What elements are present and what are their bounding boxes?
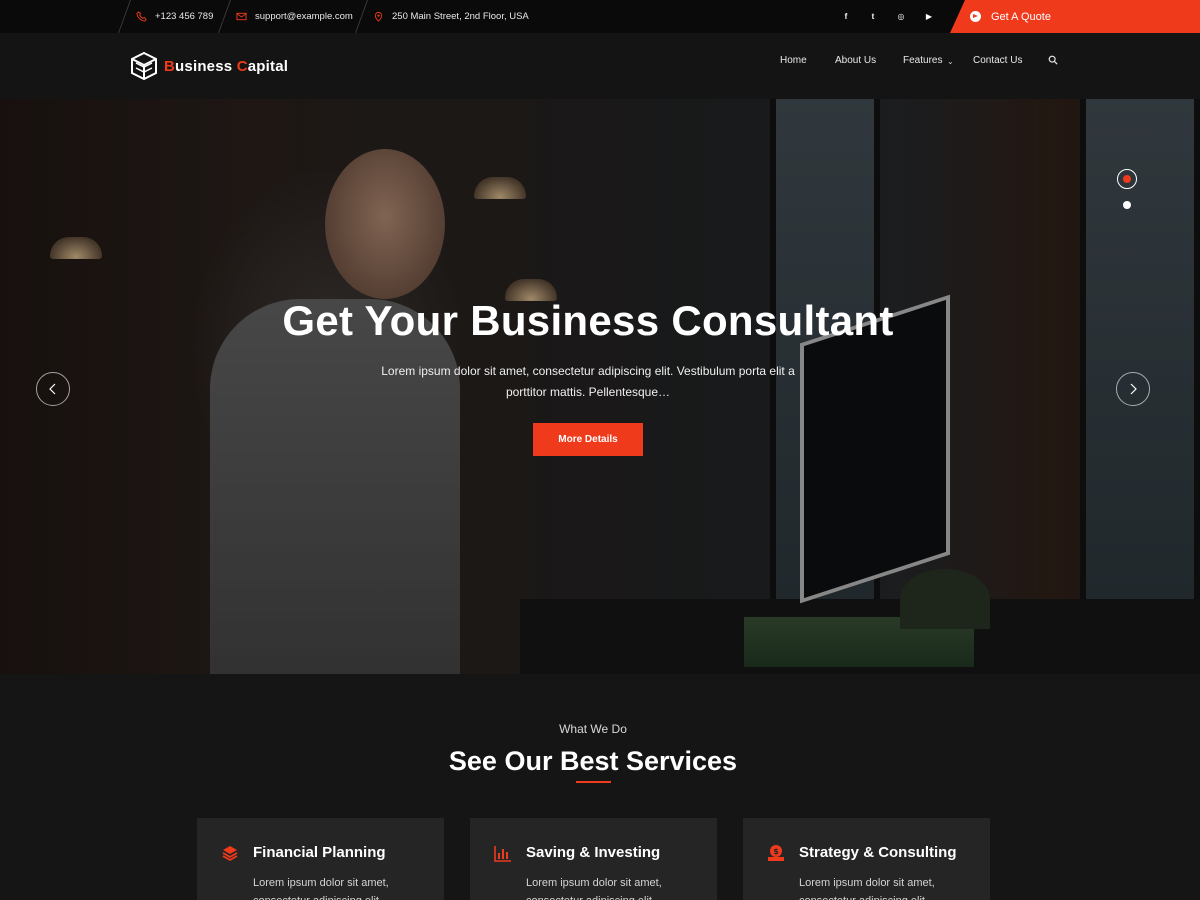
cube-logo-icon	[131, 51, 157, 81]
service-card-saving-investing[interactable]: Saving & Investing Lorem ipsum dolor sit…	[470, 818, 717, 900]
site-logo[interactable]: Business Capital	[130, 51, 288, 81]
hero-slider: Get Your Business Consultant Lorem ipsum…	[0, 99, 1200, 674]
phone-contact[interactable]: +123 456 789	[136, 0, 213, 33]
section-eyebrow: What We Do	[559, 722, 627, 736]
nav-features[interactable]: Features	[903, 55, 942, 66]
prev-slide-button[interactable]	[36, 372, 70, 406]
address-contact: 250 Main Street, 2nd Floor, USA	[373, 0, 529, 33]
nav-home[interactable]: Home	[780, 55, 807, 66]
email-address: support@example.com	[255, 11, 353, 22]
card-text: Lorem ipsum dolor sit amet, consectetur …	[526, 877, 662, 900]
main-header: Business Capital Home About Us Features …	[0, 33, 1200, 99]
mail-icon	[236, 12, 247, 21]
email-contact[interactable]: support@example.com	[236, 0, 353, 33]
layers-icon	[222, 846, 238, 862]
card-title: Financial Planning	[253, 844, 386, 861]
get-a-quote-button[interactable]: Get A Quote	[950, 0, 1200, 33]
card-text: Lorem ipsum dolor sit amet, consectetur …	[799, 877, 935, 900]
chevron-down-icon[interactable]: ⌄	[947, 57, 954, 66]
nav-contact-us[interactable]: Contact Us	[973, 55, 1022, 66]
bar-chart-icon	[494, 846, 511, 862]
services-section: What We Do See Our Best Services Financi…	[0, 674, 1200, 900]
quote-label: Get A Quote	[991, 10, 1051, 23]
instagram-icon[interactable]: ◎	[891, 0, 911, 33]
section-title: See Our Best Services	[448, 746, 738, 776]
divider	[117, 0, 132, 33]
search-icon[interactable]	[1048, 55, 1058, 65]
phone-icon	[136, 11, 147, 22]
card-title: Strategy & Consulting	[799, 844, 957, 861]
card-title: Saving & Investing	[526, 844, 661, 861]
money-bag-icon: $	[768, 845, 784, 861]
title-underline	[576, 781, 611, 783]
arrow-circle-icon	[970, 11, 981, 22]
twitter-icon[interactable]: t	[863, 0, 883, 33]
chevron-left-icon	[49, 383, 56, 395]
next-slide-button[interactable]	[1116, 372, 1150, 406]
location-pin-icon	[374, 11, 383, 22]
hero-description: Lorem ipsum dolor sit amet, consectetur …	[381, 364, 795, 399]
chevron-right-icon	[1130, 383, 1137, 395]
phone-number: +123 456 789	[155, 11, 214, 22]
logo-text: Business Capital	[164, 57, 289, 75]
svg-text:$: $	[773, 847, 779, 856]
slide-dot[interactable]	[1123, 201, 1131, 209]
service-card-strategy-consulting[interactable]: $ Strategy & Consulting Lorem ipsum dolo…	[743, 818, 990, 900]
top-bar: +123 456 789 support@example.com 250 Mai…	[0, 0, 1200, 33]
slide-dot-active[interactable]	[1117, 169, 1137, 189]
youtube-icon[interactable]: ▶	[919, 0, 939, 33]
street-address: 250 Main Street, 2nd Floor, USA	[392, 11, 529, 22]
nav-about-us[interactable]: About Us	[835, 55, 876, 66]
card-text: Lorem ipsum dolor sit amet, consectetur …	[253, 877, 389, 900]
facebook-icon[interactable]: f	[836, 0, 856, 33]
divider	[354, 0, 369, 33]
divider	[217, 0, 232, 33]
hero-title: Get Your Business Consultant	[282, 297, 894, 344]
more-details-button[interactable]: More Details	[533, 423, 643, 456]
service-card-financial-planning[interactable]: Financial Planning Lorem ipsum dolor sit…	[197, 818, 444, 900]
active-dot-indicator	[1123, 175, 1131, 183]
